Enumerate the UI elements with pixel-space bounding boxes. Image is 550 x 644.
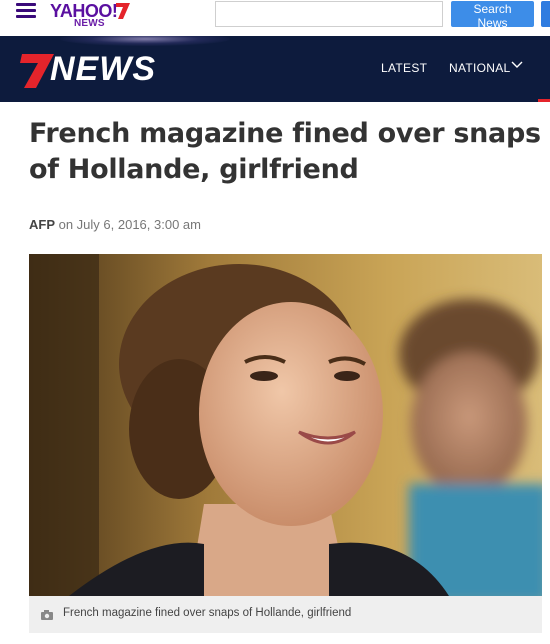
chevron-down-icon[interactable]: [511, 60, 523, 70]
caption-text: French magazine fined over snaps of Holl…: [63, 607, 352, 619]
header-glow: [60, 36, 230, 46]
yahoo-header: YAHOO! NEWS Search News: [0, 0, 550, 36]
search-input[interactable]: [215, 1, 443, 27]
menu-icon[interactable]: [16, 3, 36, 19]
accent-bar: [538, 99, 550, 102]
search-news-button[interactable]: Search News: [451, 1, 534, 30]
brand-wordmark: NEWS: [50, 50, 156, 88]
yahoo-news-label: NEWS: [74, 18, 105, 29]
nav-item-latest[interactable]: LATEST: [381, 61, 427, 75]
yahoo-news-logo[interactable]: YAHOO! NEWS: [50, 1, 140, 35]
seven-brand-icon: [20, 54, 54, 88]
byline-source[interactable]: AFP: [29, 217, 55, 232]
article-photo[interactable]: [29, 254, 542, 596]
camera-icon: [41, 610, 53, 620]
seven-logo-icon: [116, 3, 130, 19]
photo-illustration: [29, 254, 542, 596]
article-headline: French magazine fined over snaps of Holl…: [29, 118, 541, 185]
nav-item-national[interactable]: NATIONAL: [449, 61, 511, 75]
byline-date: on July 6, 2016, 3:00 am: [55, 217, 201, 232]
site-navbar: NEWS LATEST NATIONAL: [0, 36, 550, 102]
partial-button-edge[interactable]: [541, 1, 550, 27]
photo-caption: French magazine fined over snaps of Holl…: [29, 596, 542, 633]
article-byline: AFP on July 6, 2016, 3:00 am: [29, 217, 201, 232]
